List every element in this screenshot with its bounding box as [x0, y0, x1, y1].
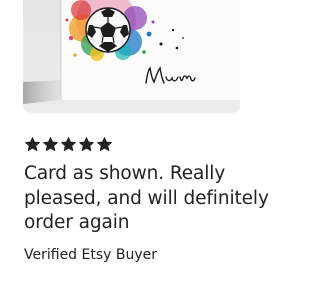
star-icon — [97, 137, 112, 152]
product-photo[interactable] — [23, 0, 240, 113]
card-photo-illustration — [23, 0, 240, 113]
star-icon — [25, 137, 40, 152]
review-card: Card as shown. Really pleased, and will … — [0, 0, 300, 300]
star-icon — [61, 137, 76, 152]
card-shadow — [23, 80, 63, 104]
star-rating — [24, 136, 113, 153]
review-text: Card as shown. Really pleased, and will … — [24, 163, 269, 233]
soccer-ball-icon — [85, 7, 131, 53]
reviewer-name: Verified Etsy Buyer — [24, 247, 158, 263]
star-icon — [43, 137, 58, 152]
star-icon — [79, 137, 94, 152]
